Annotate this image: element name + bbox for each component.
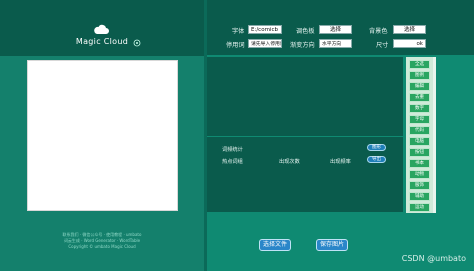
cloud-icon	[94, 24, 109, 34]
stopword-scrollbar[interactable]	[433, 57, 436, 213]
stopword-category-item[interactable]: 书本	[409, 159, 430, 168]
frequency-header: 出现频率	[330, 159, 351, 165]
footer-links: 联系我们 · 微信公众号 · 使用教程 · umbato 词云生成 · Word…	[0, 232, 204, 250]
stopword-category-item[interactable]: 数字	[409, 104, 430, 113]
size-label: 尺寸	[376, 42, 389, 49]
stopword-category-item[interactable]: 字母	[409, 115, 430, 124]
stopword-category-item[interactable]: 图例	[409, 71, 430, 80]
stats-title: 词频统计	[222, 147, 243, 153]
background-button[interactable]: 选择	[393, 25, 426, 34]
stopword-category-item[interactable]: 服饰	[409, 181, 430, 190]
export-button[interactable]: 导出	[367, 156, 386, 163]
font-label: 字体	[232, 28, 245, 35]
sparkle-icon	[133, 39, 141, 47]
watermark: CSDN @umbato	[401, 254, 466, 263]
palette-button[interactable]: 选择	[319, 25, 352, 34]
app-title: Magic Cloud	[75, 37, 129, 46]
size-input[interactable]: ok	[393, 39, 426, 48]
stopword-category-list: 全选图例编辑去重数字字母代码电脑按钮书本动物服饰辅助运动	[406, 57, 433, 213]
stopword-category-item[interactable]: 运动	[409, 203, 430, 212]
stopword-category-item[interactable]: 按钮	[409, 148, 430, 157]
stopword-category-item[interactable]: 去重	[409, 93, 430, 102]
wordcloud-output-area	[207, 57, 403, 136]
stopwords-input[interactable]: 请先导入停用词	[248, 39, 282, 48]
stopword-category-item[interactable]: 动物	[409, 170, 430, 179]
palette-label: 调色板	[296, 28, 315, 35]
stopwords-label: 停用词	[226, 42, 245, 49]
save-image-button[interactable]: 保存图片	[316, 239, 348, 251]
direction-select[interactable]: 水平方向	[319, 39, 352, 48]
stopword-category-item[interactable]: 电脑	[409, 137, 430, 146]
stopword-category-item[interactable]: 编辑	[409, 82, 430, 91]
footer-line-3: Copyright © umbato Magic Cloud	[68, 244, 136, 249]
select-file-button[interactable]: 选择文件	[259, 239, 291, 251]
stopword-category-item[interactable]: 全选	[409, 60, 430, 69]
wordcloud-canvas[interactable]	[27, 60, 178, 211]
font-select[interactable]: E:/comicb	[248, 25, 282, 34]
chart-button[interactable]: 图形	[367, 144, 386, 151]
stopword-category-item[interactable]: 辅助	[409, 192, 430, 201]
background-label: 背景色	[369, 28, 388, 35]
direction-label: 渐变方向	[290, 42, 315, 49]
stopword-category-item[interactable]: 代码	[409, 126, 430, 135]
count-header: 出现次数	[279, 159, 300, 165]
hot-words-header: 热点词组	[222, 159, 243, 165]
